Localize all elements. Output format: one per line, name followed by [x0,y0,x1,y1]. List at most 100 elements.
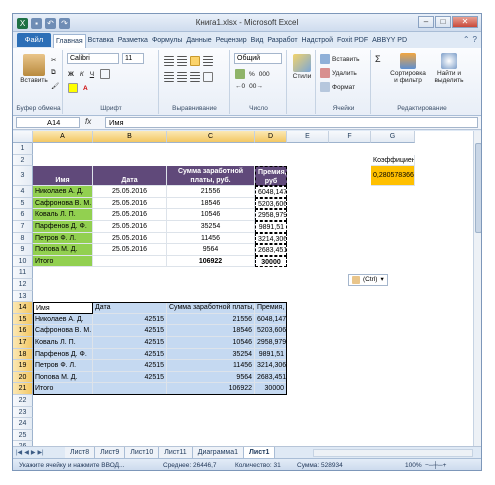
row-header-5[interactable]: 5 [13,197,33,210]
name-box[interactable]: A14 [16,117,80,128]
tab-7[interactable]: Разработ [265,34,299,48]
header-cell[interactable]: Имя [33,166,93,187]
table1-date-cell[interactable]: 25.05.2016 [93,209,167,221]
table1-bonus-cell[interactable]: 3214,306 [255,232,287,245]
delete-cells-button[interactable]: Удалить [320,68,357,78]
percent-icon[interactable]: % [249,71,255,78]
row-header-21[interactable]: 21 [13,383,33,395]
autosum-button[interactable]: Σ [375,54,381,64]
tab-6[interactable]: Вид [249,34,266,48]
number-format-select[interactable]: Общий [234,53,282,64]
row-header-8[interactable]: 8 [13,232,33,245]
row-header-6[interactable]: 6 [13,209,33,221]
thousands-icon[interactable]: 000 [259,71,270,78]
table2-name-cell[interactable]: Николаев А. Д. [33,313,93,326]
close-button[interactable]: ✕ [452,16,478,28]
tab-3[interactable]: Формулы [150,34,184,48]
decrease-decimal-icon[interactable]: 00→ [249,83,263,90]
table2-header-cell[interactable]: Дата [93,302,167,314]
table2-total-bonus[interactable]: 30000 [255,383,287,395]
row-header-18[interactable]: 18 [13,348,33,361]
table2-total-label[interactable]: Итого [33,383,93,395]
sheet-tab-4[interactable]: Диаграмма1 [192,447,244,458]
minimize-button[interactable]: – [418,16,434,28]
table1-name-cell[interactable]: Петров Ф. Л. [33,232,93,245]
table2-total-empty[interactable] [93,383,167,395]
row-header-9[interactable]: 9 [13,244,33,256]
align-center-icon[interactable] [177,72,187,82]
table2-total-salary[interactable]: 106922 [167,383,255,395]
header-cell[interactable]: Сумма заработной платы, руб. [167,166,255,187]
table1-salary-cell[interactable]: 11456 [167,232,255,245]
tab-0[interactable]: Главная [53,34,86,48]
table2-name-cell[interactable]: Сафронова В. М. [33,325,93,337]
table2-date-cell[interactable]: 42515 [93,371,167,384]
zoom-slider[interactable]: −─┼─+ [425,462,446,469]
wrap-text-icon[interactable] [203,56,213,66]
sheet-tab-2[interactable]: Лист10 [125,447,160,458]
column-header-D[interactable]: D [255,131,287,143]
table1-salary-cell[interactable]: 35254 [167,221,255,233]
font-color-icon[interactable]: A [83,85,88,92]
last-sheet-icon[interactable]: ▶| [37,449,43,456]
chevron-up-icon[interactable]: ⌃ [463,35,470,44]
find-select-button[interactable]: Найти и выделить [430,53,468,84]
format-cells-button[interactable]: Формат [320,82,355,92]
increase-decimal-icon[interactable]: ←0 [235,83,245,90]
coefficient-label[interactable]: Коэффициент [371,154,415,167]
prev-sheet-icon[interactable]: ◀ [24,449,29,456]
table2-date-cell[interactable]: 42515 [93,360,167,372]
tab-8[interactable]: Надстрой [300,34,335,48]
table2-date-cell[interactable]: 42515 [93,348,167,361]
table1-date-cell[interactable]: 25.05.2016 [93,186,167,198]
paste-button[interactable]: Вставить [19,54,49,84]
table2-bonus-cell[interactable]: 2958,979 [255,337,287,349]
row-header-4[interactable]: 4 [13,186,33,198]
help-icon[interactable]: ? [473,35,477,44]
row-header-19[interactable]: 19 [13,360,33,372]
table2-bonus-cell[interactable]: 3214,306 [255,360,287,372]
row-header-16[interactable]: 16 [13,325,33,337]
table1-name-cell[interactable]: Николаев А. Д. [33,186,93,198]
tab-5[interactable]: Рецензир [214,34,249,48]
select-all-corner[interactable] [13,131,33,143]
copy-icon[interactable]: ⧉ [51,69,56,77]
row-header-25[interactable]: 25 [13,429,33,442]
table2-salary-cell[interactable]: 21556 [167,313,255,326]
header-cell[interactable]: Премия, руб [255,166,287,187]
cut-icon[interactable]: ✂ [51,56,56,64]
tab-file[interactable]: Файл [17,33,51,47]
table2-date-cell[interactable]: 42515 [93,313,167,326]
table1-total-bonus[interactable]: 30000 [255,255,287,268]
worksheet-grid[interactable]: A B C D E F G 1 2 3 4 5 6 7 8 9 10 11 12 13 14 15 16 17 18 19 20 21… [13,131,473,446]
table1-date-cell[interactable]: 25.05.2016 [93,197,167,210]
row-header-14[interactable]: 14 [13,302,33,314]
row-header-13[interactable]: 13 [13,290,33,303]
zoom-level[interactable]: 100% [405,462,422,469]
table2-name-cell[interactable]: Коваль Л. П. [33,337,93,349]
row-header-23[interactable]: 23 [13,406,33,419]
merge-cells-icon[interactable] [203,72,213,82]
bold-button[interactable]: Ж [68,71,74,78]
table1-salary-cell[interactable]: 18546 [167,197,255,210]
table1-name-cell[interactable]: Попова М. Д. [33,244,93,256]
table1-name-cell[interactable]: Коваль Л. П. [33,209,93,221]
table2-name-cell[interactable]: Петров Ф. Л. [33,360,93,372]
horizontal-scrollbar[interactable] [313,449,473,457]
sheet-tab-0[interactable]: Лист8 [65,447,96,458]
row-header-7[interactable]: 7 [13,221,33,233]
table2-name-cell[interactable]: Парфенов Д. Ф. [33,348,93,361]
first-sheet-icon[interactable]: |◀ [16,449,22,456]
row-header-15[interactable]: 15 [13,313,33,326]
table2-name-cell[interactable]: Попова М. Д. [33,371,93,384]
vertical-scrollbar[interactable] [473,131,481,446]
maximize-button[interactable]: □ [435,16,451,28]
table2-salary-cell[interactable]: 35254 [167,348,255,361]
table2-header-cell[interactable]: Сумма заработной платы, р [167,302,255,314]
sheet-tab-1[interactable]: Лист9 [95,447,126,458]
column-header-E[interactable]: E [287,131,329,143]
row-header-12[interactable]: 12 [13,279,33,291]
table1-salary-cell[interactable]: 10546 [167,209,255,221]
align-bottom-icon[interactable] [190,56,200,66]
table2-bonus-cell[interactable]: 6048,147 [255,313,287,326]
